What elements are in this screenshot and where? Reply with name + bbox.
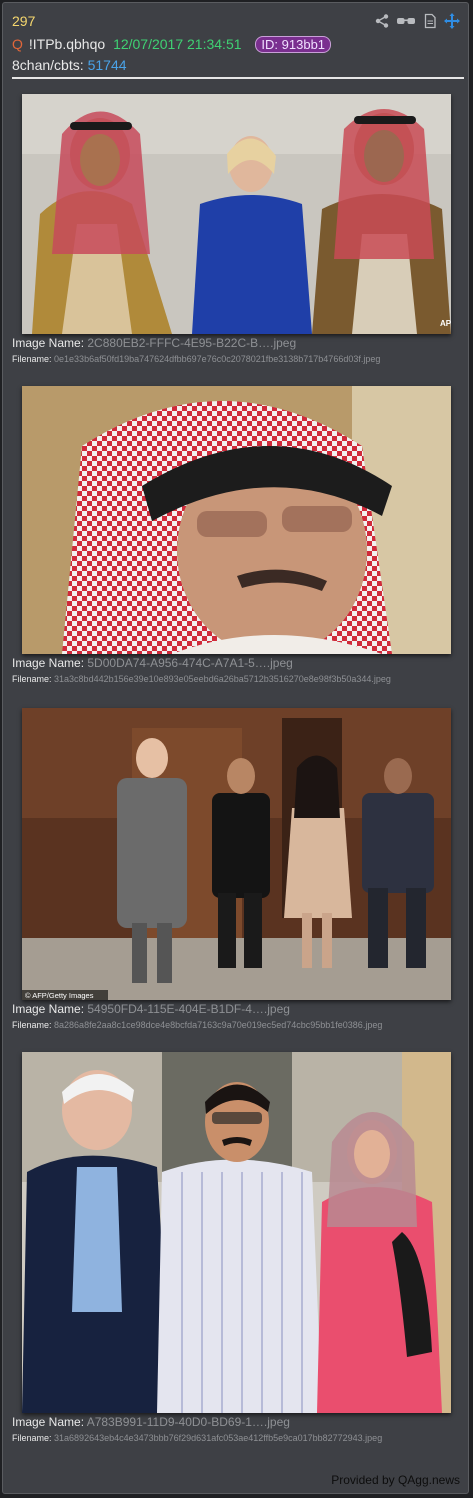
post-number[interactable]: 297 xyxy=(12,13,35,29)
post-byline: Q !ITPb.qbhqo 12/07/2017 21:34:51 ID: 913… xyxy=(12,36,332,53)
post-toolbar xyxy=(374,13,460,29)
image-3-watermark: © AFP/Getty Images xyxy=(25,991,94,1000)
image-1-filename: Filename: 0e1e33b6af50fd19ba747624dfbb69… xyxy=(12,354,380,364)
tripcode: !ITPb.qbhqo xyxy=(28,36,106,52)
image-3-name: Image Name: 54950FD4-115E-404E-B1DF-4….j… xyxy=(12,1002,290,1016)
post-timestamp: 12/07/2017 21:34:51 xyxy=(113,36,242,52)
glasses-icon[interactable] xyxy=(396,13,416,29)
image-1-filename-label: Filename: xyxy=(12,354,52,364)
image-3-filename: Filename: 8a286a8fe2aa8c1ce98dce4e8bcfda… xyxy=(12,1020,382,1030)
header-divider xyxy=(12,77,464,79)
image-3-filename-value[interactable]: 8a286a8fe2aa8c1ce98dce4e8bcfda7163c9a70e… xyxy=(54,1020,382,1030)
post-image-4[interactable] xyxy=(22,1052,451,1413)
document-icon[interactable] xyxy=(422,13,438,29)
footer-credit: Provided by QAgg.news xyxy=(331,1473,460,1487)
image-4-name-label: Image Name: xyxy=(12,1415,85,1429)
image-2-filename-label: Filename: xyxy=(12,674,52,684)
post-image-2[interactable] xyxy=(22,386,451,654)
image-2-name-value[interactable]: 5D00DA74-A956-474C-A7A1-5….jpeg xyxy=(87,656,292,670)
image-1-name-value[interactable]: 2C880EB2-FFFC-4E95-B22C-B….jpeg xyxy=(87,336,296,350)
image-4-filename-value[interactable]: 31a6892643eb4c4e3473bbb76f29d631afc053ae… xyxy=(54,1433,382,1443)
image-2-filename-value[interactable]: 31a3c8bd442b156e39e10e893e05eebd6a26ba57… xyxy=(54,674,391,684)
move-icon[interactable] xyxy=(444,13,460,29)
image-3-name-label: Image Name: xyxy=(12,1002,85,1016)
image-4-filename: Filename: 31a6892643eb4c4e3473bbb76f29d6… xyxy=(12,1433,382,1443)
image-4-name: Image Name: A783B991-11D9-40D0-BD69-1….j… xyxy=(12,1415,290,1429)
post-card: 297 Q !ITPb.qbhqo 12/07/2017 21:34:51 ID… xyxy=(2,2,469,1494)
image-4-name-value[interactable]: A783B991-11D9-40D0-BD69-1….jpeg xyxy=(87,1415,290,1429)
board-label: 8chan/cbts: xyxy=(12,57,84,73)
post-image-3[interactable]: © AFP/Getty Images xyxy=(22,708,451,1000)
footer-credit-text[interactable]: Provided by QAgg.news xyxy=(331,1473,460,1487)
image-2-name-label: Image Name: xyxy=(12,656,85,670)
image-1-filename-value[interactable]: 0e1e33b6af50fd19ba747624dfbb697e76c0c207… xyxy=(54,354,380,364)
q-mark: Q xyxy=(12,36,23,52)
board-post-link[interactable]: 51744 xyxy=(88,57,127,73)
image-4-filename-label: Filename: xyxy=(12,1433,52,1443)
image-1-name: Image Name: 2C880EB2-FFFC-4E95-B22C-B….j… xyxy=(12,336,296,350)
board-line: 8chan/cbts: 51744 xyxy=(12,57,127,73)
image-1-watermark: AP xyxy=(440,319,451,328)
image-3-name-value[interactable]: 54950FD4-115E-404E-B1DF-4….jpeg xyxy=(87,1002,290,1016)
poster-id-badge[interactable]: ID: 913bb1 xyxy=(255,36,332,53)
image-1-name-label: Image Name: xyxy=(12,336,85,350)
image-2-filename: Filename: 31a3c8bd442b156e39e10e893e05ee… xyxy=(12,674,391,684)
share-icon[interactable] xyxy=(374,13,390,29)
post-image-1[interactable]: AP xyxy=(22,94,451,334)
image-2-name: Image Name: 5D00DA74-A956-474C-A7A1-5….j… xyxy=(12,656,293,670)
image-3-filename-label: Filename: xyxy=(12,1020,52,1030)
